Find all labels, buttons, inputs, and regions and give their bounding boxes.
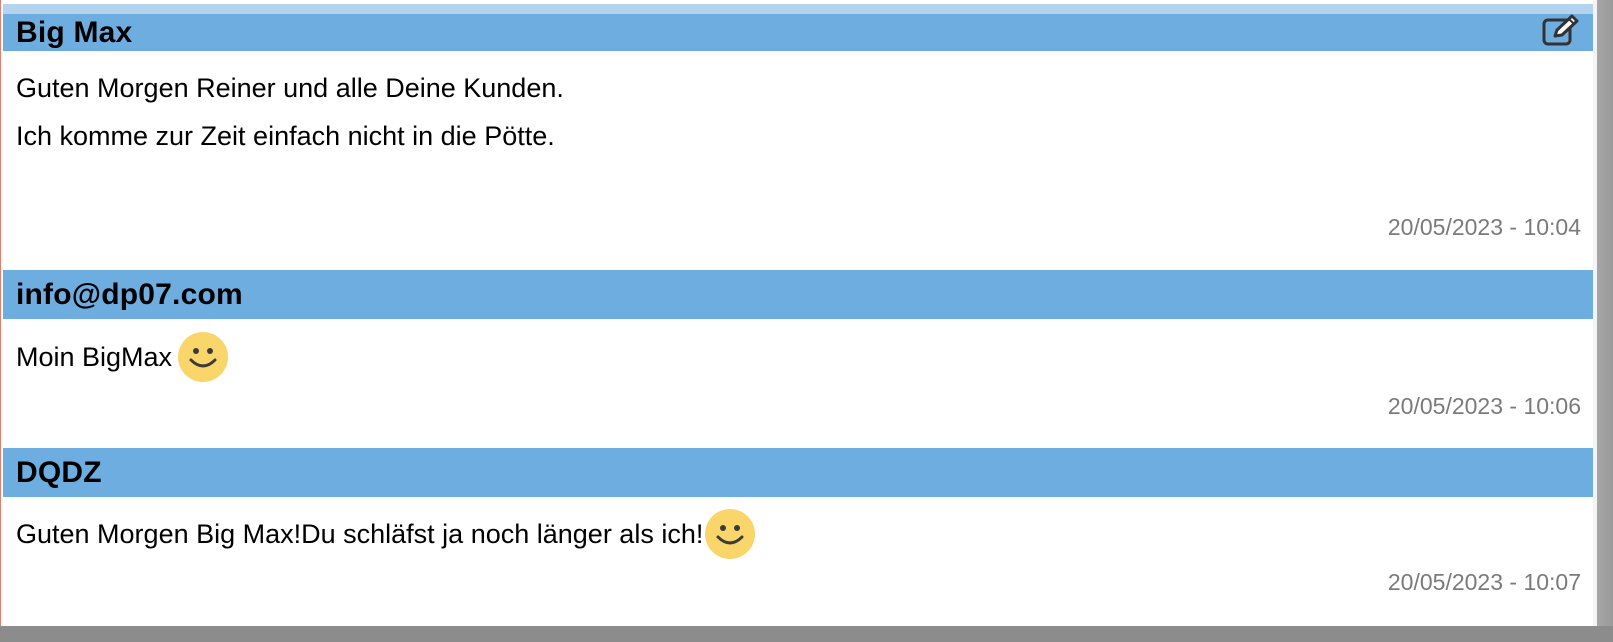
post-timestamp: 20/05/2023 - 10:07 [1387,569,1581,595]
post: DQDZ Guten Morgen Big Max!Du schläfst ja… [3,448,1593,626]
post-header: DQDZ [3,448,1593,497]
post-body: Guten Morgen Big Max!Du schläfst ja noch… [3,497,1593,559]
post-text: Ich komme zur Zeit einfach nicht in die … [16,121,555,151]
post-list: Big Max Guten Morgen Reiner und alle Dei… [3,14,1593,626]
post-text-line: Moin BigMax [16,332,1593,382]
post-body: Moin BigMax [3,319,1593,382]
post-body: Guten Morgen Reiner und alle Deine Kunde… [3,51,1593,160]
post-text: Guten Morgen Reiner und alle Deine Kunde… [16,73,564,103]
smiley-icon [178,332,229,382]
post-header: info@dp07.com [3,270,1593,319]
post-text-line: Guten Morgen Big Max!Du schläfst ja noch… [16,509,1593,559]
post-text: Guten Morgen Big Max!Du schläfst ja noch… [16,519,704,549]
frame-right-border [1593,0,1613,642]
post-text: Moin BigMax [16,342,173,372]
post-author: info@dp07.com [16,278,243,311]
frame-top-border [0,0,1613,14]
smiley-icon [705,509,756,559]
post-author: Big Max [16,16,133,49]
post: Big Max Guten Morgen Reiner und alle Dei… [3,14,1593,270]
post: info@dp07.com Moin BigMax 20/05/2023 - 1… [3,270,1593,448]
post-timestamp: 20/05/2023 - 10:06 [1387,393,1581,419]
post-timestamp: 20/05/2023 - 10:04 [1387,214,1581,240]
edit-icon[interactable] [1541,14,1581,48]
guestbook-frame: Big Max Guten Morgen Reiner und alle Dei… [0,0,1613,642]
post-header: Big Max [3,14,1593,51]
post-author: DQDZ [16,456,102,489]
frame-bottom-border [0,626,1613,642]
